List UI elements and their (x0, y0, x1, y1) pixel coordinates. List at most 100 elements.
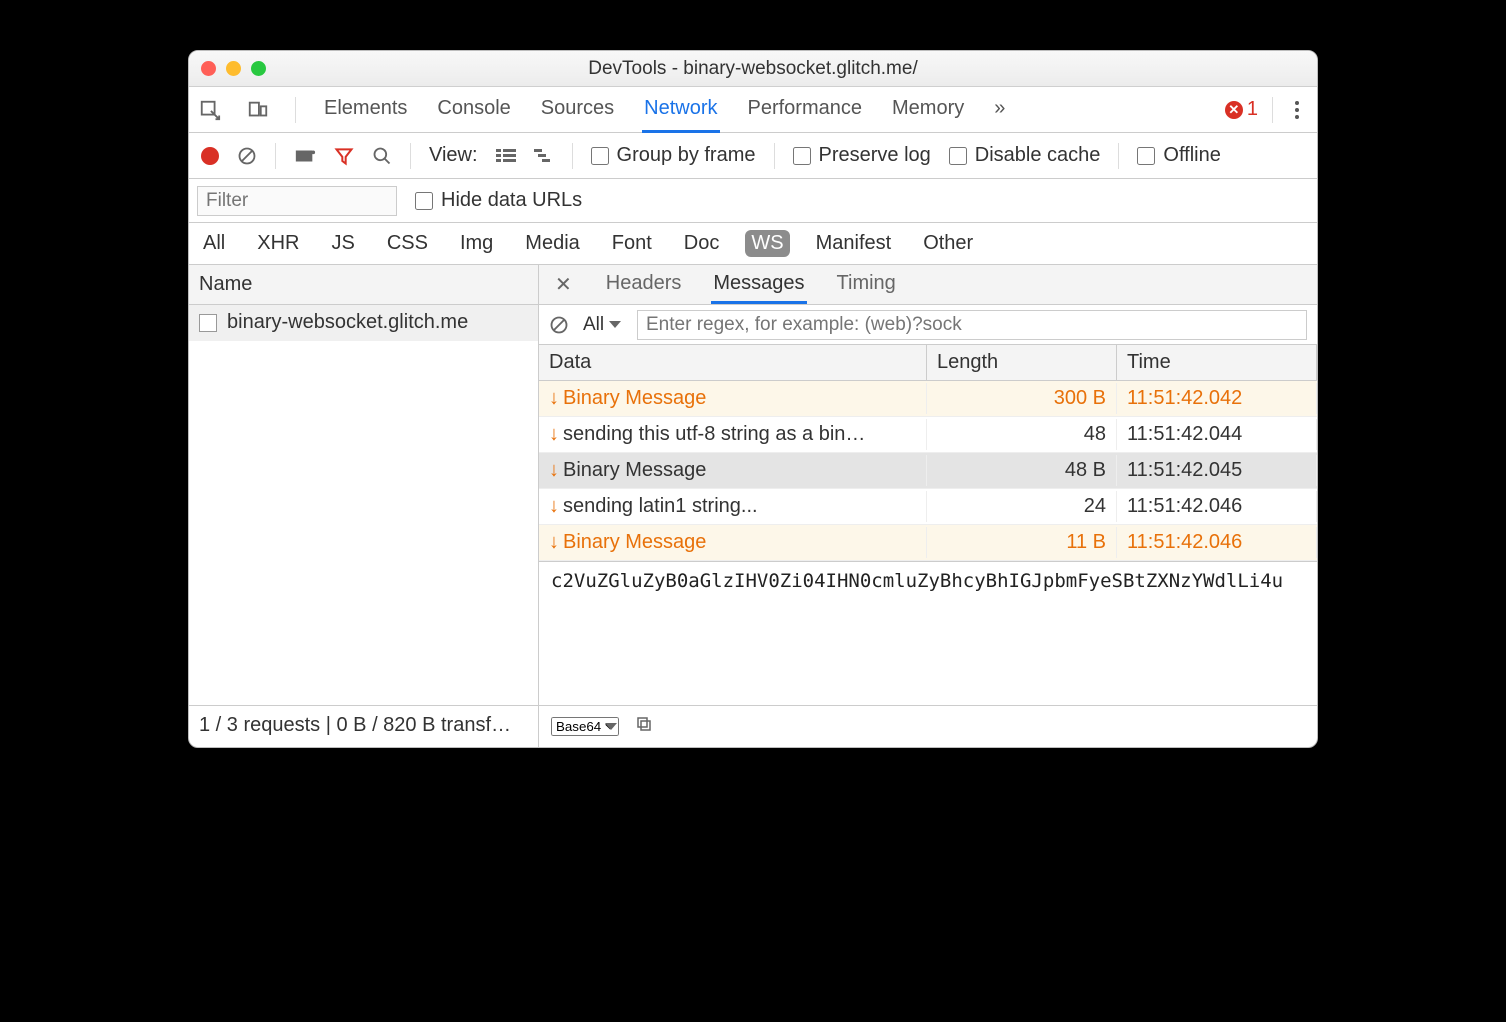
message-time: 11:51:42.046 (1117, 491, 1317, 522)
message-row[interactable]: ↓Binary Message300 B11:51:42.042 (539, 381, 1317, 417)
message-data: Binary Message (563, 459, 706, 482)
message-length: 11 B (927, 527, 1117, 558)
type-other[interactable]: Other (917, 230, 979, 257)
waterfall-icon[interactable] (534, 148, 554, 164)
inspect-icon[interactable] (199, 99, 221, 121)
tabs-overflow[interactable]: » (992, 87, 1007, 133)
tab-console[interactable]: Console (435, 87, 512, 133)
type-doc[interactable]: Doc (678, 230, 726, 257)
tab-performance[interactable]: Performance (746, 87, 865, 133)
tab-elements[interactable]: Elements (322, 87, 409, 133)
request-type-icon (199, 314, 217, 332)
request-name: binary-websocket.glitch.me (227, 311, 468, 334)
error-icon: ✕ (1225, 101, 1243, 119)
message-length: 300 B (927, 383, 1117, 414)
record-button[interactable] (201, 147, 219, 165)
type-manifest[interactable]: Manifest (810, 230, 898, 257)
status-requests-summary: 1 / 3 requests | 0 B / 820 B transf… (189, 705, 539, 747)
message-row[interactable]: ↓Binary Message11 B11:51:42.046 (539, 525, 1317, 561)
type-ws[interactable]: WS (745, 230, 789, 257)
device-toolbar-icon[interactable] (247, 99, 269, 121)
name-column-header[interactable]: Name (189, 265, 538, 305)
separator (1272, 97, 1273, 123)
content-split: Name binary-websocket.glitch.me ✕ Header… (189, 265, 1317, 705)
message-row[interactable]: ↓sending this utf-8 string as a bin… 4811… (539, 417, 1317, 453)
arrow-down-icon: ↓ (549, 531, 559, 554)
status-encoding-bar: Base64 (539, 705, 1317, 747)
devtools-window: DevTools - binary-websocket.glitch.me/ E… (188, 50, 1318, 748)
messages-table-header: Data Length Time (539, 345, 1317, 381)
search-icon[interactable] (372, 146, 392, 166)
detail-tabs: ✕ Headers Messages Timing (539, 265, 1317, 305)
message-length: 48 (927, 419, 1117, 450)
col-time[interactable]: Time (1117, 345, 1317, 380)
minimize-window-button[interactable] (226, 61, 241, 76)
col-data[interactable]: Data (539, 345, 927, 380)
main-tabs: Elements Console Sources Network Perform… (189, 87, 1317, 133)
more-menu-icon[interactable] (1287, 97, 1307, 123)
message-data: Binary Message (563, 531, 706, 554)
tab-memory[interactable]: Memory (890, 87, 966, 133)
clear-icon[interactable] (237, 146, 257, 166)
detail-pane: ✕ Headers Messages Timing All Data Lengt… (539, 265, 1317, 705)
screenshots-icon[interactable] (294, 148, 316, 164)
message-row[interactable]: ↓sending latin1 string...2411:51:42.046 (539, 489, 1317, 525)
type-img[interactable]: Img (454, 230, 499, 257)
type-xhr[interactable]: XHR (251, 230, 305, 257)
view-label: View: (429, 144, 478, 167)
messages-filter-row: All (539, 305, 1317, 345)
close-window-button[interactable] (201, 61, 216, 76)
message-data: sending latin1 string... (563, 495, 758, 518)
message-payload[interactable]: c2VuZGluZyB0aGlzIHV0Zi04IHN0cmluZyBhcyBh… (539, 561, 1317, 705)
message-length: 48 B (927, 455, 1117, 486)
arrow-down-icon: ↓ (549, 423, 559, 446)
message-direction-select[interactable]: All (583, 314, 623, 335)
hide-data-urls-checkbox[interactable]: Hide data URLs (415, 189, 582, 212)
messages-table-body: ↓Binary Message300 B11:51:42.042↓sending… (539, 381, 1317, 561)
group-by-frame-checkbox[interactable]: Group by frame (591, 144, 756, 167)
preserve-log-checkbox[interactable]: Preserve log (793, 144, 931, 167)
error-count-value: 1 (1247, 98, 1258, 121)
detail-tab-headers[interactable]: Headers (604, 266, 684, 304)
traffic-lights (201, 61, 266, 76)
offline-checkbox[interactable]: Offline (1137, 144, 1220, 167)
separator (774, 143, 775, 169)
filter-row: Hide data URLs (189, 179, 1317, 223)
type-font[interactable]: Font (606, 230, 658, 257)
message-data: Binary Message (563, 387, 706, 410)
separator (295, 97, 296, 123)
type-media[interactable]: Media (519, 230, 585, 257)
filter-icon[interactable] (334, 146, 354, 166)
separator (1118, 143, 1119, 169)
detail-tab-messages[interactable]: Messages (711, 266, 806, 304)
message-row[interactable]: ↓Binary Message48 B11:51:42.045 (539, 453, 1317, 489)
type-css[interactable]: CSS (381, 230, 434, 257)
message-regex-input[interactable] (637, 310, 1307, 340)
close-detail-icon[interactable]: ✕ (551, 272, 576, 297)
window-title: DevTools - binary-websocket.glitch.me/ (189, 58, 1317, 80)
type-filter-row: All XHR JS CSS Img Media Font Doc WS Man… (189, 223, 1317, 265)
filter-input[interactable] (197, 186, 397, 216)
request-row[interactable]: binary-websocket.glitch.me (189, 305, 538, 341)
arrow-down-icon: ↓ (549, 387, 559, 410)
zoom-window-button[interactable] (251, 61, 266, 76)
message-data: sending this utf-8 string as a bin… (563, 423, 865, 446)
arrow-down-icon: ↓ (549, 459, 559, 482)
message-time: 11:51:42.044 (1117, 419, 1317, 450)
type-all[interactable]: All (197, 230, 231, 257)
detail-tab-timing[interactable]: Timing (835, 266, 898, 304)
separator (410, 143, 411, 169)
titlebar: DevTools - binary-websocket.glitch.me/ (189, 51, 1317, 87)
large-rows-icon[interactable] (496, 148, 516, 164)
separator (275, 143, 276, 169)
col-length[interactable]: Length (927, 345, 1117, 380)
type-js[interactable]: JS (325, 230, 360, 257)
copy-icon[interactable] (635, 715, 653, 739)
tab-network[interactable]: Network (642, 87, 719, 133)
requests-pane: Name binary-websocket.glitch.me (189, 265, 539, 705)
error-count-badge[interactable]: ✕ 1 (1225, 98, 1258, 121)
tab-sources[interactable]: Sources (539, 87, 616, 133)
disable-cache-checkbox[interactable]: Disable cache (949, 144, 1101, 167)
clear-messages-icon[interactable] (549, 315, 569, 335)
encoding-select[interactable]: Base64 (551, 717, 619, 736)
